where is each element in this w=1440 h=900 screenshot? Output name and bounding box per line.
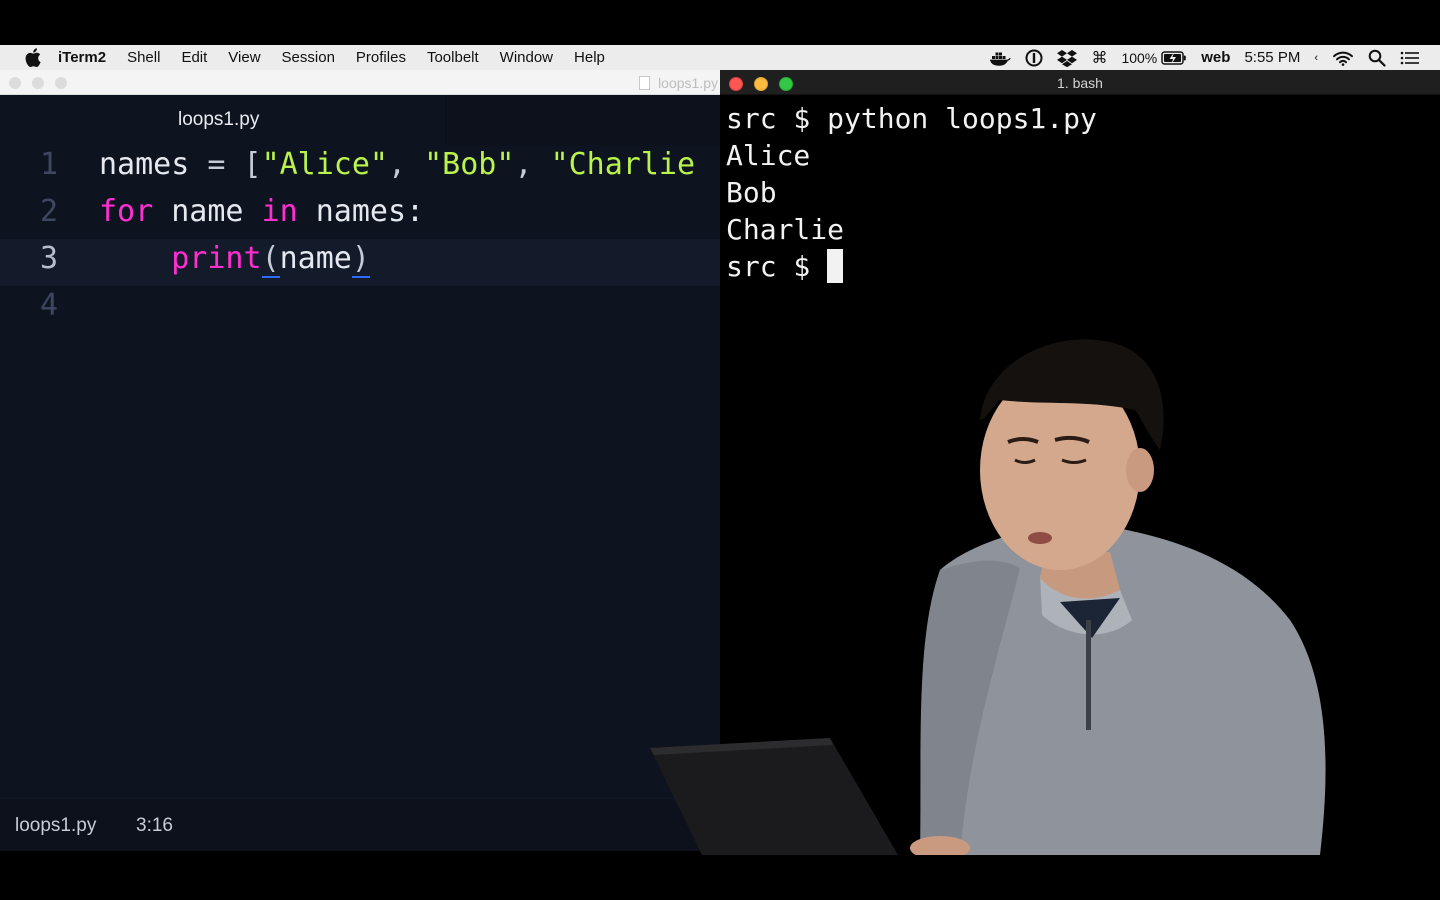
line-number: 1 — [39, 147, 58, 182]
token-keyword: in — [261, 194, 298, 229]
user-name[interactable]: web — [1201, 49, 1230, 66]
tab-bar: loops1.py — [0, 95, 720, 145]
line-number: 4 — [39, 288, 58, 323]
menu-edit[interactable]: Edit — [181, 49, 207, 66]
status-cursor-position[interactable]: 3:16 — [136, 815, 173, 837]
terminal-title: 1. bash — [1057, 75, 1103, 91]
window-controls — [9, 77, 78, 89]
token-comma: , — [388, 147, 425, 182]
code-area[interactable]: 1 names = ["Alice", "Bob", "Charlie 2 fo… — [0, 145, 720, 775]
wifi-icon[interactable] — [1332, 50, 1354, 66]
tab-label: loops1.py — [178, 109, 260, 130]
close-button[interactable] — [9, 77, 21, 89]
editor-window: loops1.py loops1.py 1 names = ["Alice", … — [0, 70, 720, 851]
clock[interactable]: 5:55 PM — [1244, 49, 1300, 66]
menu-view[interactable]: View — [228, 49, 260, 66]
tab-loops1[interactable]: loops1.py — [0, 95, 446, 145]
close-button[interactable] — [729, 77, 743, 91]
menu-app-name[interactable]: iTerm2 — [58, 49, 106, 66]
line-number: 2 — [39, 194, 58, 229]
status-file-name[interactable]: loops1.py — [15, 815, 96, 837]
menu-bar: iTerm2 Shell Edit View Session Profiles … — [0, 45, 1440, 70]
menu-toolbelt[interactable]: Toolbelt — [427, 49, 479, 66]
token-keyword: for — [99, 194, 154, 229]
token-variable: name — [279, 241, 352, 276]
editor-title-bar[interactable]: loops1.py — [0, 70, 720, 95]
menu-shell[interactable]: Shell — [127, 49, 160, 66]
code-line-1[interactable]: 1 names = ["Alice", "Bob", "Charlie — [0, 145, 720, 192]
token-paren: ) — [351, 241, 370, 278]
code-text: names = ["Alice", "Bob", "Charlie — [99, 147, 695, 182]
command-icon[interactable]: ⌘ — [1091, 48, 1107, 68]
dropbox-icon[interactable] — [1057, 49, 1078, 67]
token-string: "Alice" — [261, 147, 388, 182]
token-variable: names — [99, 147, 190, 182]
token-bracket: [ — [243, 147, 262, 182]
token-operator: = — [189, 147, 244, 182]
line-number: 3 — [39, 241, 58, 276]
zoom-button[interactable] — [55, 77, 67, 89]
code-line-3[interactable]: 3 print(name) — [0, 239, 720, 286]
terminal-prompt-line[interactable]: src $ — [726, 248, 1097, 285]
presenter-figure — [910, 339, 1326, 855]
document-icon — [639, 76, 651, 90]
terminal-title-bar[interactable]: 1. bash — [720, 70, 1440, 95]
presenter-video-overlay — [650, 339, 1326, 855]
window-controls — [729, 77, 804, 91]
text-cursor — [827, 249, 844, 283]
minimize-button[interactable] — [32, 77, 44, 89]
menu-profiles[interactable]: Profiles — [356, 49, 406, 66]
zoom-button[interactable] — [779, 77, 793, 91]
notification-center-icon[interactable] — [1400, 51, 1420, 65]
back-chevron-icon[interactable]: ‹ — [1314, 52, 1318, 64]
code-text: for name in names: — [99, 194, 424, 229]
token-function: print — [171, 241, 262, 276]
terminal-line-command: src $ python loops1.py — [726, 102, 1097, 135]
terminal-line-output: Bob — [726, 176, 777, 209]
code-line-4[interactable]: 4 — [0, 286, 720, 333]
token-comma: , — [514, 147, 551, 182]
token-paren: ( — [261, 241, 280, 278]
menu-help[interactable]: Help — [574, 49, 605, 66]
token-variable: name — [153, 194, 262, 229]
app-menu: iTerm2 Shell Edit View Session Profiles … — [58, 49, 626, 66]
token-string: "Bob" — [424, 147, 515, 182]
code-text: print(name) — [99, 241, 370, 278]
terminal-output[interactable]: src $ python loops1.py Alice Bob Charlie… — [726, 100, 1097, 285]
token-variable: names: — [297, 194, 425, 229]
1password-icon[interactable] — [1025, 49, 1043, 67]
editor-window-title: loops1.py — [639, 75, 718, 91]
docker-icon[interactable] — [989, 50, 1012, 66]
token-string: "Charlie — [550, 147, 696, 182]
terminal-line-output: Charlie — [726, 213, 845, 246]
code-line-2[interactable]: 2 for name in names: — [0, 192, 720, 239]
editor-status-bar: loops1.py 3:16 — [0, 798, 720, 851]
laptop — [650, 738, 898, 855]
terminal-line-output: Alice — [726, 139, 811, 172]
editor-window-title-text: loops1.py — [658, 75, 718, 91]
menu-window[interactable]: Window — [500, 49, 553, 66]
terminal-prompt: src $ — [726, 250, 828, 283]
battery-percentage[interactable]: 100% — [1121, 50, 1157, 66]
spotlight-search-icon[interactable] — [1368, 49, 1386, 67]
battery-charging-icon[interactable] — [1161, 50, 1187, 65]
status-menu-extras: ⌘ 100% web 5:55 PM ‹ — [975, 45, 1420, 70]
minimize-button[interactable] — [754, 77, 768, 91]
apple-icon[interactable] — [22, 47, 44, 69]
menu-session[interactable]: Session — [282, 49, 335, 66]
